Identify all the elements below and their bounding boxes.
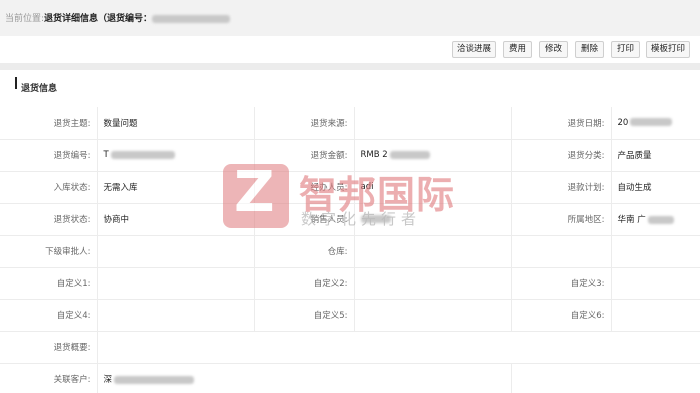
custom-4-value (96, 298, 255, 332)
field-label (510, 234, 612, 268)
field-label: 退货概要: (0, 330, 98, 364)
field-label: 关联客户: (0, 362, 98, 393)
negotiation-progress-button[interactable]: 洽谈进展 (452, 41, 496, 58)
field-label: 入库状态: (0, 170, 98, 204)
field-label: 自定义4: (0, 298, 98, 332)
return-number-value: T (96, 138, 255, 172)
approver-value (96, 234, 255, 268)
custom-5-value (353, 298, 512, 332)
redacted-return-number (152, 14, 231, 23)
custom-6-value (610, 298, 700, 332)
field-label: 退货编号: (0, 138, 98, 172)
separator (0, 63, 700, 70)
section-title: 退货信息 (15, 77, 57, 94)
return-amount-value: RMB 2 (353, 138, 512, 172)
field-label: 退货来源: (253, 107, 355, 140)
form-row: 自定义1: 自定义2: 自定义3: (0, 266, 700, 300)
form-row: 退货编号: T 退货金额: RMB 2 退货分类: 产品质量 (0, 138, 700, 172)
page-title: 退货详细信息（退货编号： (44, 14, 153, 24)
field-label: 经办人员: (253, 170, 355, 204)
form-row: 入库状态: 无需入库 经办人员: adi 退款计划: 自动生成 (0, 170, 700, 204)
return-info-form: 退货主题: 数量问题 退货来源: 退货日期: 20 退货编号: T 退货金额: … (0, 107, 700, 393)
form-row: 退货概要: (0, 330, 700, 364)
region-value: 华南 广 (610, 202, 700, 236)
top-bar: 当前位置:退货详细信息（退货编号： (0, 0, 700, 36)
return-source-value (353, 107, 512, 140)
empty-value (510, 362, 700, 393)
custom-1-value (96, 266, 255, 300)
stock-in-status-value: 无需入库 (96, 170, 255, 204)
return-subject-value: 数量问题 (96, 107, 255, 140)
field-label: 自定义2: (253, 266, 355, 300)
edit-button[interactable]: 修改 (539, 41, 568, 58)
handler-value: adi (353, 170, 512, 204)
print-button[interactable]: 打印 (611, 41, 640, 58)
template-print-button[interactable]: 模板打印 (646, 41, 690, 58)
field-label: 自定义3: (510, 266, 612, 300)
field-label: 销售人员: (253, 202, 355, 236)
return-category-value: 产品质量 (610, 138, 700, 172)
empty-value (610, 234, 700, 268)
field-label: 自定义1: (0, 266, 98, 300)
return-status-value: 协商中 (96, 202, 255, 236)
related-customer-value: 深 (96, 362, 512, 393)
field-label: 退货金额: (253, 138, 355, 172)
form-row: 关联客户: 深 (0, 362, 700, 393)
field-label: 所属地区: (510, 202, 612, 236)
delete-button[interactable]: 删除 (575, 41, 604, 58)
custom-2-value (353, 266, 512, 300)
field-label: 退款计划: (510, 170, 612, 204)
refund-plan-value: 自动生成 (610, 170, 700, 204)
field-label: 仓库: (253, 234, 355, 268)
salesperson-value (353, 202, 512, 236)
field-label: 自定义6: (510, 298, 612, 332)
field-label: 自定义5: (253, 298, 355, 332)
warehouse-value (353, 234, 512, 268)
toolbar: 洽谈进展 费用 修改 删除 打印 模板打印 (0, 36, 700, 63)
form-row: 退货主题: 数量问题 退货来源: 退货日期: 20 (0, 107, 700, 140)
field-label: 退货日期: (510, 107, 612, 140)
cost-button[interactable]: 费用 (503, 41, 532, 58)
field-label: 下级审批人: (0, 234, 98, 268)
breadcrumb: 当前位置:退货详细信息（退货编号： (5, 11, 231, 24)
field-label: 退货分类: (510, 138, 612, 172)
return-summary-value (96, 330, 700, 364)
field-label: 退货主题: (0, 107, 98, 140)
field-label: 退货状态: (0, 202, 98, 236)
custom-3-value (610, 266, 700, 300)
form-row: 下级审批人: 仓库: (0, 234, 700, 268)
form-row: 自定义4: 自定义5: 自定义6: (0, 298, 700, 332)
form-row: 退货状态: 协商中 销售人员: 所属地区: 华南 广 (0, 202, 700, 236)
return-date-value: 20 (610, 107, 700, 140)
breadcrumb-lead: 当前位置: (5, 14, 45, 24)
